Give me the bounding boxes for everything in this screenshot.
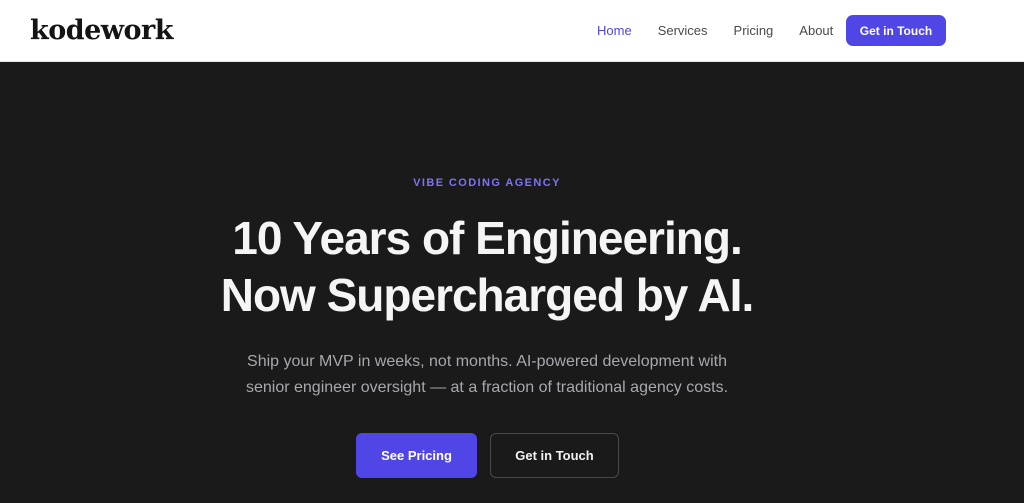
top-navbar: kodework Home Services Pricing About Get… <box>0 0 1024 62</box>
hero-subtitle-line2: senior engineer oversight — at a fractio… <box>245 379 729 396</box>
nav-get-in-touch-button[interactable]: Get in Touch <box>846 15 946 46</box>
nav-link-pricing[interactable]: Pricing <box>734 23 774 38</box>
nav-links: Home Services Pricing About <box>597 14 833 46</box>
hero-section: VIBE CODING AGENCY 10 Years of Engineeri… <box>0 62 1024 503</box>
kodework-logo[interactable]: kodework <box>30 13 173 49</box>
hero-headline-line1: 10 Years of Engineering. <box>232 212 742 264</box>
nav-link-about[interactable]: About <box>799 23 833 38</box>
nav-link-services[interactable]: Services <box>658 23 708 38</box>
nav-link-home[interactable]: Home <box>597 23 632 38</box>
hero-get-in-touch-button[interactable]: Get in Touch <box>490 433 619 478</box>
hero-subtitle-line1: Ship your MVP in weeks, not months. AI-p… <box>247 353 727 370</box>
hero-headline: 10 Years of Engineering. Now Supercharge… <box>0 210 974 324</box>
hero-eyebrow: VIBE CODING AGENCY <box>413 177 561 189</box>
hero-headline-line2: Now Supercharged by AI. <box>220 269 755 321</box>
see-pricing-button[interactable]: See Pricing <box>356 433 477 478</box>
hero-subtitle: Ship your MVP in weeks, not months. AI-p… <box>0 349 974 401</box>
